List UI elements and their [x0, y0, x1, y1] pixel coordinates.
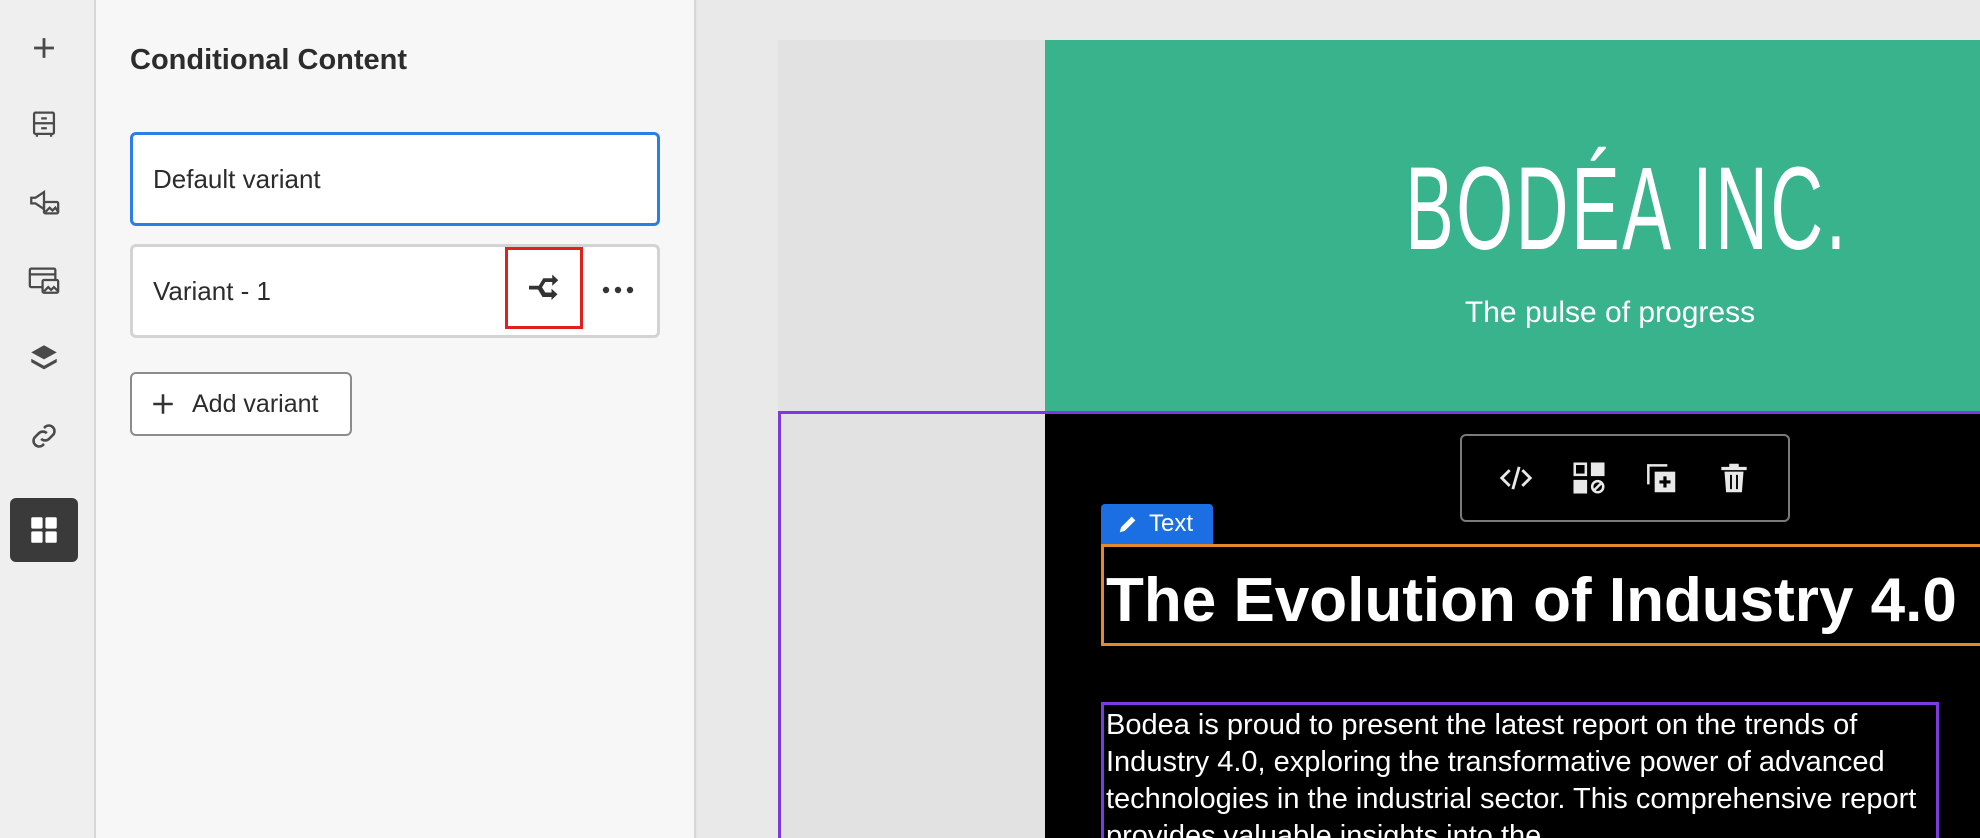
- rail-assets-button[interactable]: [10, 248, 78, 312]
- plus-icon: [150, 391, 176, 417]
- email-heading: The Evolution of Industry 4.0: [1106, 566, 1957, 635]
- conditional-toggle-button[interactable]: [1564, 453, 1614, 503]
- conditional-content-panel: Conditional Content Default variant Vari…: [96, 0, 696, 838]
- conditional-content-icon: [31, 517, 57, 543]
- text-tag-label: Text: [1149, 510, 1194, 537]
- conditional-toggle-icon: [1573, 462, 1605, 494]
- brand-logo: BODÉA INC.: [1405, 143, 1849, 275]
- variant-more-button[interactable]: [593, 265, 643, 315]
- trash-icon: [1721, 463, 1747, 493]
- hero-section[interactable]: BODÉA INC. The pulse of progress: [1045, 40, 1980, 412]
- rail-link-button[interactable]: [10, 404, 78, 468]
- layers-icon: [31, 345, 57, 370]
- rail-layers-button[interactable]: [10, 326, 78, 390]
- branch-icon: [529, 274, 559, 300]
- component-toolbar: [1460, 434, 1790, 522]
- pencil-icon: [1119, 516, 1136, 533]
- structure-icon: [32, 111, 56, 137]
- add-variant-label: Add variant: [192, 389, 319, 418]
- add-variant-button[interactable]: Add variant: [130, 372, 352, 436]
- assets-icon: [28, 267, 60, 294]
- email-body-text: Bodea is proud to present the latest rep…: [1106, 709, 1917, 838]
- variant-label: Variant - 1: [153, 275, 272, 306]
- left-rail: [0, 0, 96, 838]
- add-icon: [34, 38, 54, 58]
- variant-label: Default variant: [153, 163, 321, 194]
- rail-conditional-content-button[interactable]: [10, 498, 78, 562]
- rail-campaign-button[interactable]: [10, 170, 78, 234]
- duplicate-icon: [1647, 464, 1676, 493]
- code-icon: [1499, 466, 1533, 490]
- variant-default[interactable]: Default variant: [130, 132, 660, 226]
- duplicate-button[interactable]: [1636, 453, 1686, 503]
- more-icon: [602, 286, 634, 294]
- delete-button[interactable]: [1709, 453, 1759, 503]
- body-text-block[interactable]: Bodea is proud to present the latest rep…: [1101, 702, 1939, 838]
- text-component-tag[interactable]: Text: [1101, 504, 1213, 544]
- tagline: The pulse of progress: [1464, 296, 1756, 329]
- rail-add-button[interactable]: [10, 16, 78, 80]
- rail-structure-button[interactable]: [10, 92, 78, 156]
- variant-condition-button[interactable]: [505, 247, 583, 329]
- code-button[interactable]: [1491, 453, 1541, 503]
- panel-title: Conditional Content: [130, 44, 408, 76]
- email-canvas[interactable]: BODÉA INC. The pulse of progress Text Th…: [698, 0, 1980, 838]
- link-icon: [32, 424, 56, 448]
- variant-1[interactable]: Variant - 1: [130, 244, 660, 338]
- heading-text-block[interactable]: The Evolution of Industry 4.0: [1101, 544, 1980, 646]
- campaign-icon: [30, 189, 60, 215]
